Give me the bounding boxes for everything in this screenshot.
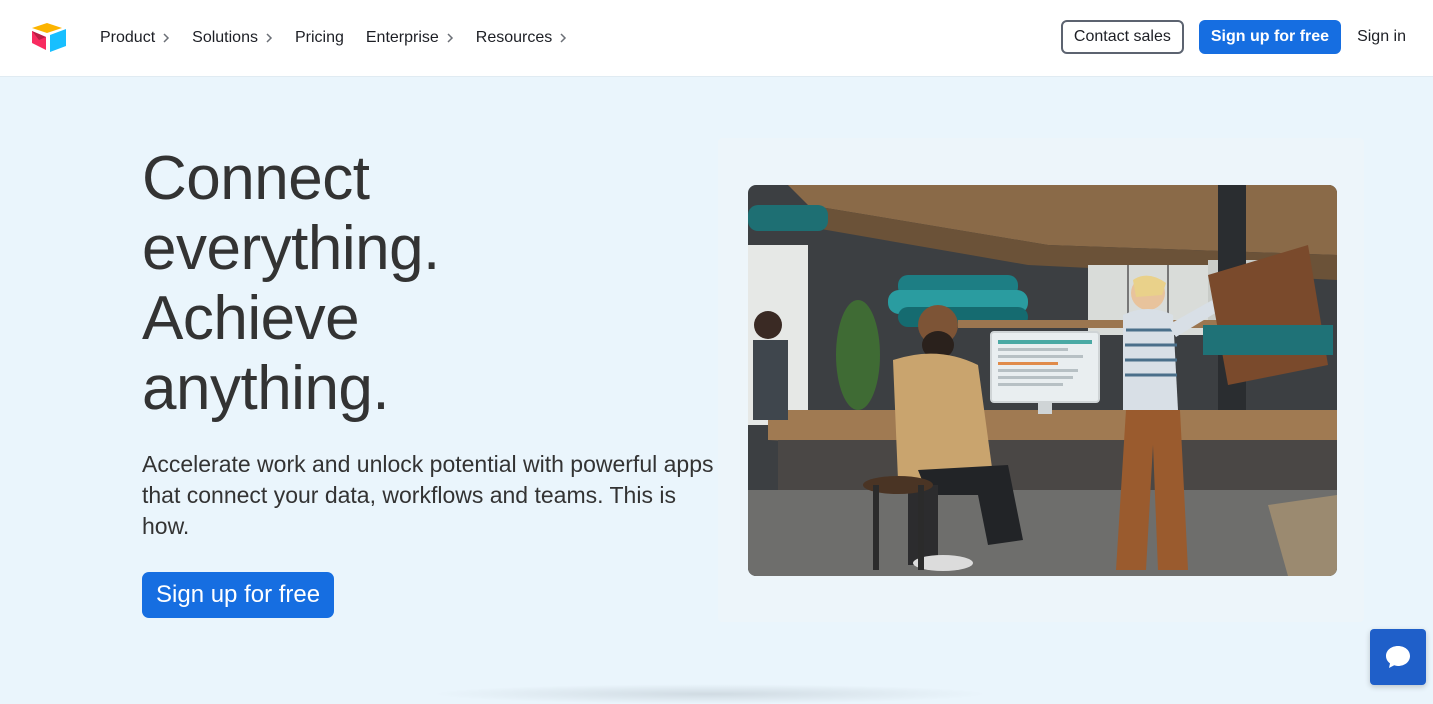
header-actions: Contact sales Sign up for free Sign in bbox=[1060, 20, 1406, 54]
site-header: Product Solutions Pricing Enterprise Res… bbox=[0, 0, 1433, 76]
nav-pricing-label: Pricing bbox=[294, 29, 344, 46]
nav-resources-label: Resources bbox=[475, 29, 553, 46]
nav-enterprise[interactable]: Enterprise bbox=[366, 18, 454, 58]
main-nav: Product Solutions Pricing Enterprise Res… bbox=[100, 0, 589, 76]
nav-solutions[interactable]: Solutions bbox=[192, 18, 273, 58]
nav-resources[interactable]: Resources bbox=[476, 18, 567, 58]
hero-subtitle: Accelerate work and unlock potential wit… bbox=[142, 451, 714, 539]
hero-title-line: Connect bbox=[142, 144, 370, 213]
hero-title: Connect everything. Achieve anything. bbox=[142, 144, 702, 424]
hero-photo bbox=[748, 185, 1337, 576]
chat-bubble-icon bbox=[1386, 646, 1410, 668]
nav-solutions-label: Solutions bbox=[192, 29, 258, 46]
contact-sales-button[interactable]: Contact sales bbox=[1060, 20, 1184, 54]
workshop-scene-image bbox=[748, 185, 1337, 576]
nav-product[interactable]: Product bbox=[100, 18, 170, 58]
hero-title-line: anything. bbox=[142, 354, 390, 423]
section-shadow bbox=[430, 684, 990, 704]
nav-product-label: Product bbox=[100, 29, 156, 46]
signup-hero-button[interactable]: Sign up for free bbox=[142, 572, 335, 618]
chevron-right-icon bbox=[447, 33, 453, 43]
signin-link[interactable]: Sign in bbox=[1357, 28, 1406, 46]
nav-enterprise-label: Enterprise bbox=[365, 29, 439, 46]
airtable-logo-icon[interactable] bbox=[31, 22, 67, 52]
signup-header-button[interactable]: Sign up for free bbox=[1198, 20, 1342, 54]
chevron-right-icon bbox=[163, 33, 170, 43]
chevron-right-icon bbox=[266, 33, 273, 43]
hero-title-line: everything. bbox=[142, 214, 440, 283]
nav-pricing[interactable]: Pricing bbox=[295, 18, 344, 58]
chat-launcher-button[interactable] bbox=[1370, 629, 1426, 685]
hero-title-line: Achieve bbox=[142, 284, 360, 353]
chevron-right-icon bbox=[560, 33, 567, 43]
